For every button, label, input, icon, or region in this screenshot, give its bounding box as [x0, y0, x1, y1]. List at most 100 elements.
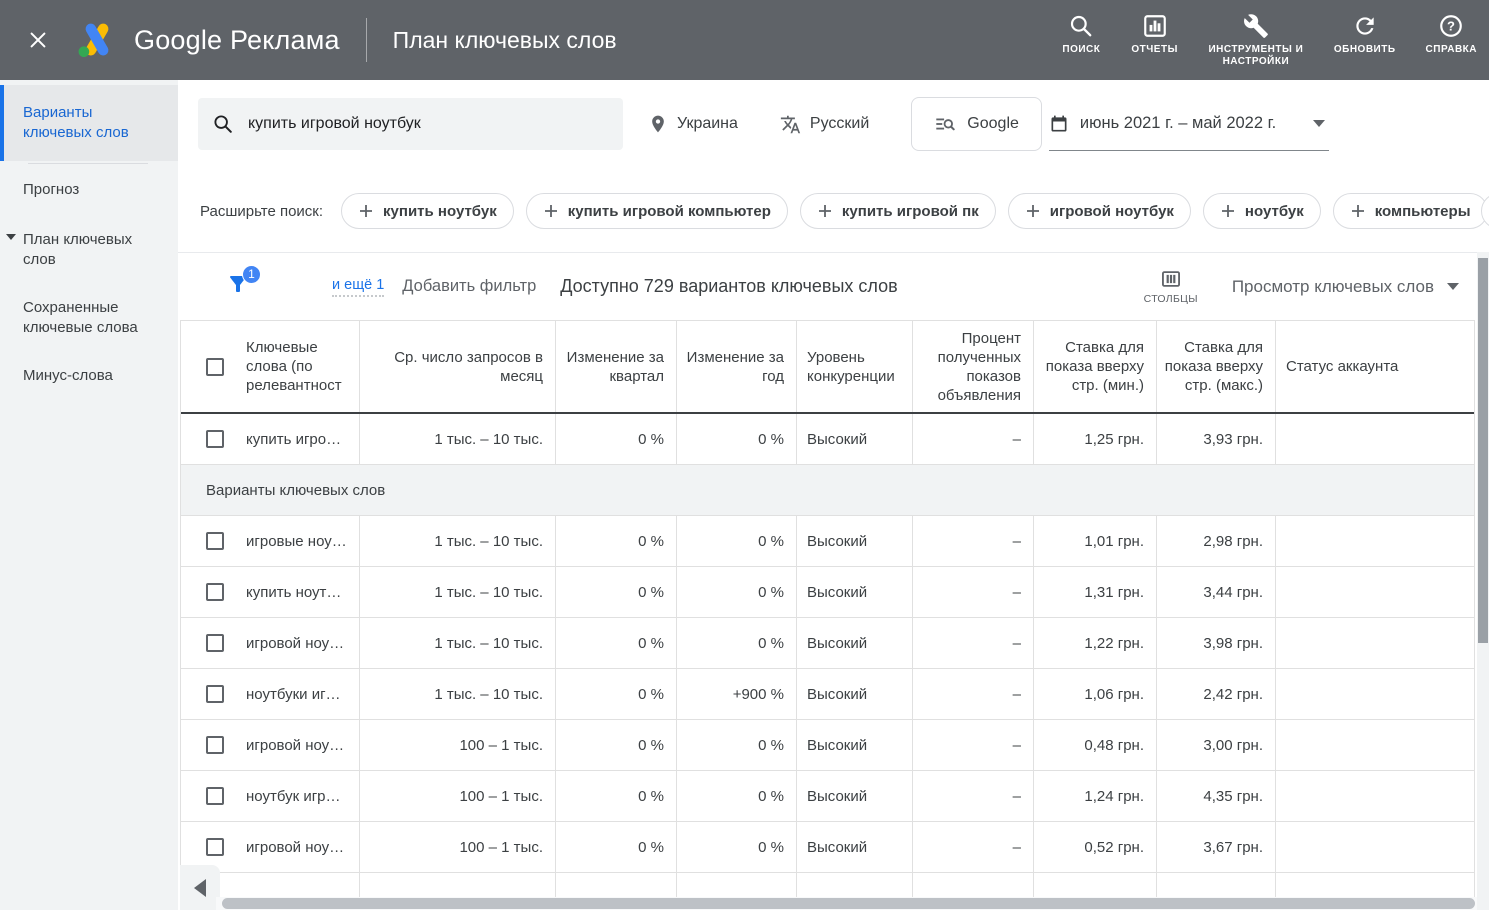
search-button[interactable]: ПОИСК: [1061, 13, 1101, 56]
keyword-chip[interactable]: игровой ноутбук: [1008, 193, 1191, 229]
avg-monthly-searches-cell: 1 тыс. – 10 тыс.: [360, 516, 556, 566]
keyword-text: игровой ноу…: [246, 737, 344, 754]
brand-name[interactable]: Google Реклама: [134, 25, 340, 56]
account-status-cell: [1276, 516, 1474, 566]
competition-cell: Высокий: [797, 669, 913, 719]
header-keywords-label[interactable]: Ключевые слова (по релевантност: [246, 338, 350, 395]
select-all-checkbox[interactable]: [206, 358, 224, 376]
location-selector[interactable]: Украина: [648, 114, 738, 134]
seed-row-host: купить игро… 1 тыс. – 10 тыс. 0 % 0 % Вы…: [181, 414, 1474, 465]
top-of-page-bid-low-cell: 1,31 грн.: [1034, 567, 1157, 617]
help-button[interactable]: ? СПРАВКА: [1426, 13, 1477, 56]
ad-impression-share-cell: –: [913, 822, 1034, 872]
plus-icon: [1220, 203, 1236, 219]
date-range-selector[interactable]: июнь 2021 г. – май 2022 г.: [1049, 97, 1329, 151]
top-of-page-bid-high-cell: 3,93 грн.: [1157, 414, 1276, 464]
sidebar: Варианты ключевых слов Прогноз План ключ…: [0, 80, 178, 910]
add-filter-button[interactable]: Добавить фильтр: [402, 277, 536, 296]
account-status-cell: [1276, 567, 1474, 617]
top-of-page-bid-low-cell: 1,22 грн.: [1034, 618, 1157, 668]
keyword-chip[interactable]: ноутбук: [1203, 193, 1321, 229]
svg-text:?: ?: [1447, 18, 1455, 33]
header-ad-impression-share[interactable]: Процент полученных показов объявления: [913, 321, 1034, 412]
sidebar-item-saved-keywords[interactable]: Сохраненные ключевые слова: [0, 284, 178, 352]
keyword-search-box[interactable]: [198, 98, 623, 150]
sidebar-item-negative-keywords[interactable]: Минус-слова: [0, 352, 178, 400]
network-value: Google: [967, 115, 1019, 133]
network-selector[interactable]: Google: [911, 97, 1042, 151]
row-checkbox[interactable]: [206, 583, 224, 601]
keyword-cell: игровой ноу…: [181, 720, 360, 770]
horizontal-scrollbar-thumb[interactable]: [222, 898, 1475, 909]
account-status-cell: [1276, 669, 1474, 719]
google-ads-logo-icon[interactable]: [76, 21, 118, 59]
header-account-status[interactable]: Статус аккаунта: [1276, 321, 1474, 412]
header-top-of-page-bid-high[interactable]: Ставка для показа вверху стр. (макс.): [1157, 321, 1276, 412]
keyword-plan-app: Google Реклама План ключевых слов ПОИСК …: [0, 0, 1489, 910]
row-checkbox[interactable]: [206, 838, 224, 856]
row-checkbox[interactable]: [206, 634, 224, 652]
refresh-button-label: ОБНОВИТЬ: [1334, 44, 1396, 56]
header-top-of-page-bid-low[interactable]: Ставка для показа вверху стр. (мин.): [1034, 321, 1157, 412]
avg-monthly-searches-cell: 1 тыс. – 10 тыс.: [360, 567, 556, 617]
search-list-icon: [934, 113, 956, 135]
search-icon: [1068, 13, 1094, 39]
tools-settings-button[interactable]: ИНСТРУМЕНТЫ И НАСТРОЙКИ: [1208, 13, 1304, 68]
reports-button[interactable]: ОТЧЕТЫ: [1131, 13, 1177, 56]
available-keywords-count: Доступно 729 вариантов ключевых слов: [560, 276, 897, 297]
header-avg-monthly-searches[interactable]: Ср. число запросов в месяц: [360, 321, 556, 412]
keyword-text: купить игро…: [246, 431, 341, 448]
filter-button[interactable]: 1: [226, 272, 252, 302]
header-competition[interactable]: Уровень конкуренции: [797, 321, 913, 412]
table-header-row: Ключевые слова (по релевантност Ср. числ…: [181, 321, 1474, 414]
top-of-page-bid-high-cell: 3,67 грн.: [1157, 822, 1276, 872]
tools-settings-button-label: ИНСТРУМЕНТЫ И НАСТРОЙКИ: [1208, 44, 1304, 68]
keyword-chip[interactable]: купить игровой компьютер: [526, 193, 788, 229]
table-row: игровой ноу… 1 тыс. – 10 тыс. 0 % 0 % Вы…: [181, 618, 1474, 669]
sidebar-item-keyword-ideas[interactable]: Варианты ключевых слов: [0, 85, 178, 161]
table-row: ноутбуки иг… 1 тыс. – 10 тыс. 0 % +900 %…: [181, 669, 1474, 720]
topbar-divider: [366, 18, 367, 62]
toolbar-right-group: СТОЛБЦЫ Просмотр ключевых слов: [1144, 268, 1489, 305]
scroll-left-button[interactable]: [180, 865, 220, 910]
chevron-down-icon: [6, 234, 16, 240]
columns-button[interactable]: СТОЛБЦЫ: [1144, 268, 1198, 305]
page-title: План ключевых слов: [393, 27, 617, 54]
header-keywords: Ключевые слова (по релевантност: [181, 321, 360, 412]
keyword-chip[interactable]: купить ноутбук: [341, 193, 514, 229]
keyword-chip[interactable]: купить игровой пк: [800, 193, 996, 229]
avg-monthly-searches-cell: 1 тыс. – 10 тыс.: [360, 414, 556, 464]
vertical-scrollbar-thumb[interactable]: [1478, 258, 1488, 643]
keyword-text: игровой ноу…: [246, 635, 344, 652]
close-icon[interactable]: [26, 28, 50, 52]
header-quarterly-change[interactable]: Изменение за квартал: [556, 321, 677, 412]
filter-count-badge: 1: [242, 265, 261, 284]
language-selector[interactable]: Русский: [780, 114, 869, 135]
header-yoy-change[interactable]: Изменение за год: [677, 321, 797, 412]
competition-cell: Высокий: [797, 822, 913, 872]
avg-monthly-searches-cell: 100 – 1 тыс.: [360, 720, 556, 770]
search-input[interactable]: [248, 115, 609, 133]
keyword-chip[interactable]: компьютеры: [1333, 193, 1488, 229]
row-checkbox[interactable]: [206, 736, 224, 754]
row-checkbox[interactable]: [206, 685, 224, 703]
quarterly-change-cell: 0 %: [556, 516, 677, 566]
sidebar-item-keyword-plan[interactable]: План ключевых слов: [0, 214, 178, 284]
ad-impression-share-cell: –: [913, 414, 1034, 464]
magnifier-icon: [212, 113, 234, 135]
keyword-text: ноутбуки иг…: [246, 686, 341, 703]
row-checkbox[interactable]: [206, 430, 224, 448]
more-filters-link[interactable]: и ещё 1: [332, 277, 384, 297]
top-of-page-bid-high-cell: 2,42 грн.: [1157, 669, 1276, 719]
keyword-chip-label: купить игровой пк: [842, 203, 979, 220]
reports-button-label: ОТЧЕТЫ: [1131, 44, 1177, 56]
keyword-view-selector[interactable]: Просмотр ключевых слов: [1232, 277, 1459, 297]
ad-impression-share-cell: –: [913, 669, 1034, 719]
refresh-button[interactable]: ОБНОВИТЬ: [1334, 13, 1396, 56]
row-checkbox[interactable]: [206, 787, 224, 805]
plus-icon: [543, 203, 559, 219]
keyword-cell: купить игро…: [181, 414, 360, 464]
sidebar-item-forecast[interactable]: Прогноз: [0, 166, 178, 214]
reports-icon: [1142, 13, 1168, 39]
row-checkbox[interactable]: [206, 532, 224, 550]
